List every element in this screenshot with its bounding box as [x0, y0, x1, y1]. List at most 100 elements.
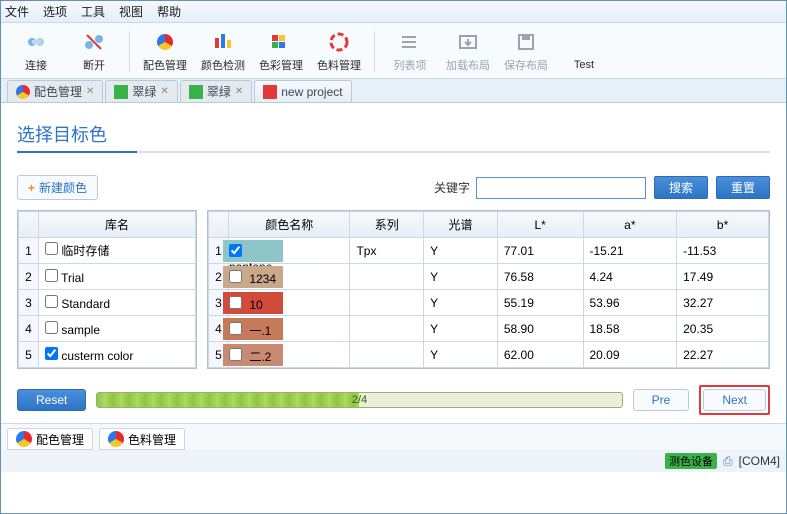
keyword-input[interactable] — [476, 177, 646, 199]
library-grid: 库名 1 临时存储2 Trial3 Standard4 sample5 cust… — [17, 210, 197, 369]
spectrum-cell: Y — [424, 316, 498, 342]
library-cell[interactable]: Standard — [39, 290, 196, 316]
a-cell: 18.58 — [583, 316, 677, 342]
palette-icon — [16, 431, 32, 447]
page-title: 选择目标色 — [17, 121, 770, 147]
green-swatch-icon — [114, 85, 128, 99]
row-checkbox[interactable] — [229, 244, 242, 257]
new-color-button[interactable]: + 新建颜色 — [17, 175, 98, 200]
close-icon[interactable]: ✕ — [86, 86, 94, 97]
toolbar-list[interactable]: 列表项 — [381, 28, 439, 73]
save-layout-icon — [512, 28, 540, 56]
close-icon[interactable]: ✕ — [235, 86, 243, 97]
b-cell: -11.53 — [677, 238, 769, 264]
menu-bar: 文件 选项 工具 视图 帮助 — [1, 1, 786, 23]
toolbar-color-ctrl-mgmt[interactable]: 色彩管理 — [252, 28, 310, 73]
material-icon — [325, 28, 353, 56]
row-checkbox[interactable] — [229, 270, 242, 283]
color-name-cell[interactable]: 一.1 — [229, 316, 350, 342]
usb-icon: ⎙ — [723, 454, 733, 469]
menu-view[interactable]: 视图 — [119, 3, 143, 20]
series-cell — [350, 316, 424, 342]
tab-new-project[interactable]: new project — [254, 80, 351, 102]
row-checkbox[interactable] — [229, 348, 242, 361]
load-layout-icon — [454, 28, 482, 56]
color-name-cell[interactable]: 1234 — [229, 264, 350, 290]
toolbar-disconnect[interactable]: 断开 — [65, 28, 123, 73]
col-b: b* — [677, 212, 769, 238]
menu-tools[interactable]: 工具 — [81, 3, 105, 20]
table-row[interactable]: 3 10 Y 55.19 53.96 32.27 — [209, 290, 769, 316]
table-row[interactable]: 5 custerm color — [19, 342, 196, 368]
tab-green-2[interactable]: 翠绿✕ — [180, 80, 252, 102]
list-icon — [396, 28, 424, 56]
table-row[interactable]: 3 Standard — [19, 290, 196, 316]
menu-file[interactable]: 文件 — [5, 3, 29, 20]
library-cell[interactable]: 临时存储 — [39, 238, 196, 264]
bottom-tab-color-mgmt[interactable]: 配色管理 — [7, 428, 93, 450]
reset-search-button[interactable]: 重置 — [716, 176, 770, 199]
bottom-tab-material-mgmt[interactable]: 色料管理 — [99, 428, 185, 450]
spectrum-cell: Y — [424, 342, 498, 368]
row-checkbox[interactable] — [45, 321, 58, 334]
next-highlight: Next — [699, 385, 770, 415]
L-cell: 76.58 — [497, 264, 583, 290]
row-checkbox[interactable] — [45, 347, 58, 360]
page-content: 选择目标色 + 新建颜色 关键字 搜索 重置 库名 1 临时存储2 Trial3… — [1, 103, 786, 423]
table-row[interactable]: 5 二.2 Y 62.00 20.09 22.27 — [209, 342, 769, 368]
table-row[interactable]: 2 Trial — [19, 264, 196, 290]
row-number: 5 — [19, 342, 39, 368]
next-button[interactable]: Next — [703, 389, 766, 411]
table-row[interactable]: 1 pantone 14-4511 Tpx Y 77.01 -15.21 -11… — [209, 238, 769, 264]
library-cell[interactable]: custerm color — [39, 342, 196, 368]
row-checkbox[interactable] — [45, 242, 58, 255]
palette-icon — [16, 85, 30, 99]
pre-button[interactable]: Pre — [633, 389, 690, 411]
toolbar-save-layout[interactable]: 保存布局 — [497, 28, 555, 73]
library-cell[interactable]: Trial — [39, 264, 196, 290]
b-cell: 20.35 — [677, 316, 769, 342]
row-checkbox[interactable] — [229, 322, 242, 335]
row-checkbox[interactable] — [45, 269, 58, 282]
reset-button[interactable]: Reset — [17, 389, 86, 411]
row-checkbox[interactable] — [229, 296, 242, 309]
bottom-tabs: 配色管理 色料管理 — [1, 423, 786, 450]
table-row[interactable]: 4 sample — [19, 316, 196, 342]
color-name-cell[interactable]: 二.2 — [229, 342, 350, 368]
color-name-cell[interactable]: pantone 14-4511 — [229, 238, 350, 264]
spectrum-cell: Y — [424, 264, 498, 290]
col-L: L* — [497, 212, 583, 238]
row-number: 3 — [19, 290, 39, 316]
table-row[interactable]: 4 一.1 Y 58.90 18.58 20.35 — [209, 316, 769, 342]
a-cell: 4.24 — [583, 264, 677, 290]
progress-bar: 2/4 — [96, 392, 622, 408]
toolbar: 连接 断开 配色管理 颜色检测 色彩管理 色料管理 列表项 加载布局 保存布局 … — [1, 23, 786, 79]
row-number: 2 — [19, 264, 39, 290]
plus-icon: + — [28, 181, 35, 195]
toolbar-color-mgmt[interactable]: 配色管理 — [136, 28, 194, 73]
col-color-name: 颜色名称 — [229, 212, 350, 238]
menu-help[interactable]: 帮助 — [157, 3, 181, 20]
b-cell: 17.49 — [677, 264, 769, 290]
palette-icon — [151, 28, 179, 56]
row-checkbox[interactable] — [45, 295, 58, 308]
menu-options[interactable]: 选项 — [43, 3, 67, 20]
actions-row: + 新建颜色 关键字 搜索 重置 — [17, 175, 770, 200]
color-name-cell[interactable]: 10 — [229, 290, 350, 316]
tab-color-mgmt[interactable]: 配色管理✕ — [7, 80, 103, 102]
grid-color-icon — [267, 28, 295, 56]
close-icon[interactable]: ✕ — [160, 86, 168, 97]
green-swatch-icon — [189, 85, 203, 99]
library-cell[interactable]: sample — [39, 316, 196, 342]
toolbar-connect[interactable]: 连接 — [7, 28, 65, 73]
table-row[interactable]: 1 临时存储 — [19, 238, 196, 264]
table-row[interactable]: 2 1234 Y 76.58 4.24 17.49 — [209, 264, 769, 290]
search-button[interactable]: 搜索 — [654, 176, 708, 199]
toolbar-test[interactable]: Test — [555, 30, 613, 71]
tab-green-1[interactable]: 翠绿✕ — [105, 80, 177, 102]
toolbar-color-detect[interactable]: 颜色检测 — [194, 28, 252, 73]
red-swatch-icon — [263, 85, 277, 99]
color-grid: 颜色名称 系列 光谱 L* a* b* 1 pantone 14-4511 Tp… — [207, 210, 770, 369]
toolbar-material-mgmt[interactable]: 色料管理 — [310, 28, 368, 73]
toolbar-load-layout[interactable]: 加载布局 — [439, 28, 497, 73]
